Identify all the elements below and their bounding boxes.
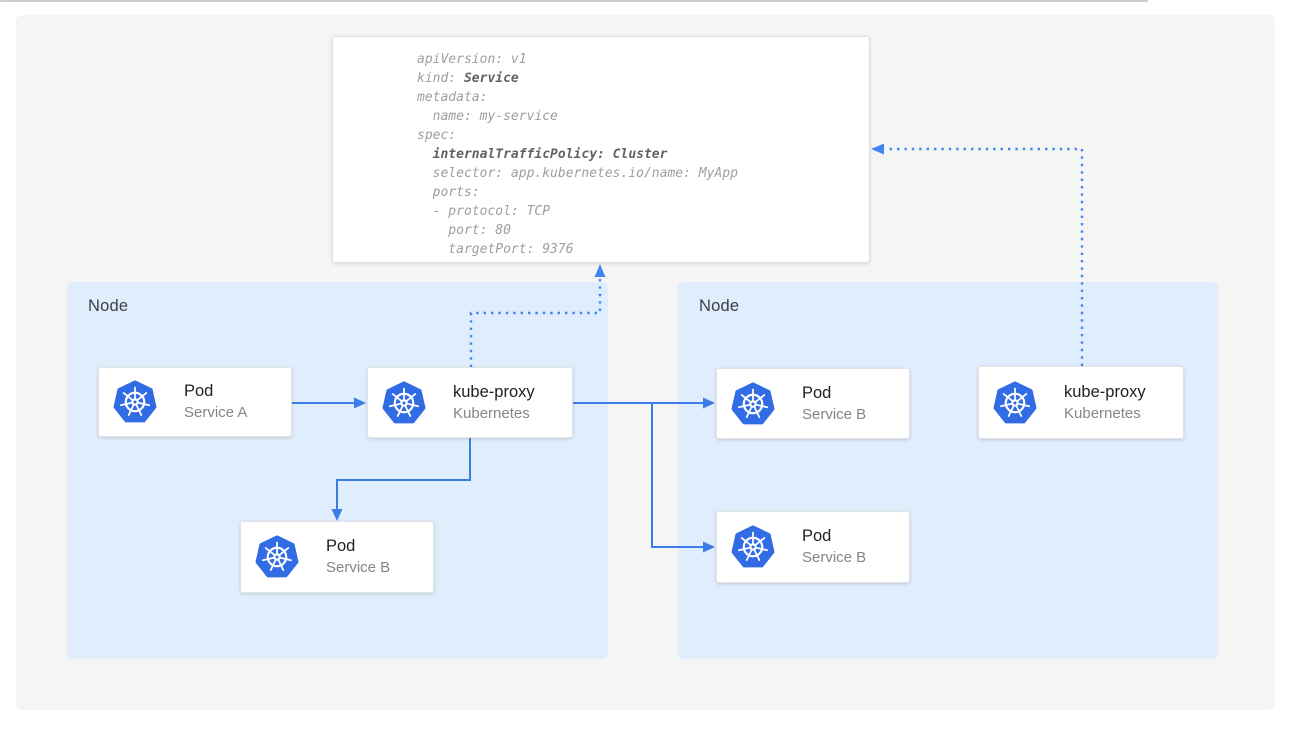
node-right-label: Node	[699, 297, 739, 316]
code-line	[417, 147, 433, 162]
card-title: Pod	[326, 536, 390, 557]
card-subtitle: Service A	[184, 402, 247, 423]
card-kube-proxy-right: kube-proxy Kubernetes	[978, 366, 1184, 439]
code-line: - protocol: TCP	[417, 204, 550, 219]
card-subtitle: Service B	[802, 404, 866, 425]
service-yaml-panel: apiVersion: v1 kind: Service metadata: n…	[332, 36, 870, 263]
top-divider	[0, 0, 1148, 2]
kubernetes-icon	[113, 380, 157, 424]
card-pod-service-b-right-bottom: Pod Service B	[716, 511, 910, 583]
code-line: ports:	[417, 185, 480, 200]
card-subtitle: Kubernetes	[1064, 403, 1146, 424]
code-line: kind:	[417, 71, 464, 86]
code-line: port: 80	[417, 223, 511, 238]
card-pod-service-b-left: Pod Service B	[240, 521, 434, 593]
code-line: metadata:	[417, 90, 487, 105]
card-title: Pod	[802, 526, 866, 547]
card-pod-service-b-right-top: Pod Service B	[716, 368, 910, 439]
card-title: kube-proxy	[1064, 382, 1146, 403]
kubernetes-icon	[731, 525, 775, 569]
node-right: Node	[678, 282, 1218, 659]
card-subtitle: Service B	[802, 547, 866, 568]
card-title: kube-proxy	[453, 382, 535, 403]
card-subtitle: Kubernetes	[453, 403, 535, 424]
code-line-bold: internalTrafficPolicy: Cluster	[433, 147, 668, 162]
code-line-bold: Service	[464, 71, 519, 86]
code-line: apiVersion: v1	[417, 52, 527, 67]
node-left-label: Node	[88, 297, 128, 316]
code-line: name: my-service	[417, 109, 558, 124]
kubernetes-icon	[255, 535, 299, 579]
kubernetes-icon	[731, 382, 775, 426]
code-line: selector: app.kubernetes.io/name: MyApp	[417, 166, 738, 181]
card-pod-service-a: Pod Service A	[98, 367, 292, 437]
kubernetes-icon	[382, 381, 426, 425]
card-title: Pod	[184, 381, 247, 402]
card-kube-proxy-left: kube-proxy Kubernetes	[367, 367, 573, 438]
code-line: targetPort: 9376	[417, 242, 574, 257]
kubernetes-icon	[993, 381, 1037, 425]
service-yaml-code: apiVersion: v1 kind: Service metadata: n…	[333, 37, 869, 259]
card-subtitle: Service B	[326, 557, 390, 578]
node-left: Node	[67, 282, 608, 659]
card-title: Pod	[802, 383, 866, 404]
kubernetes-internal-traffic-policy-diagram: Node Node apiVersion: v1 kind: Service m…	[0, 0, 1296, 729]
code-line: spec:	[417, 128, 456, 143]
